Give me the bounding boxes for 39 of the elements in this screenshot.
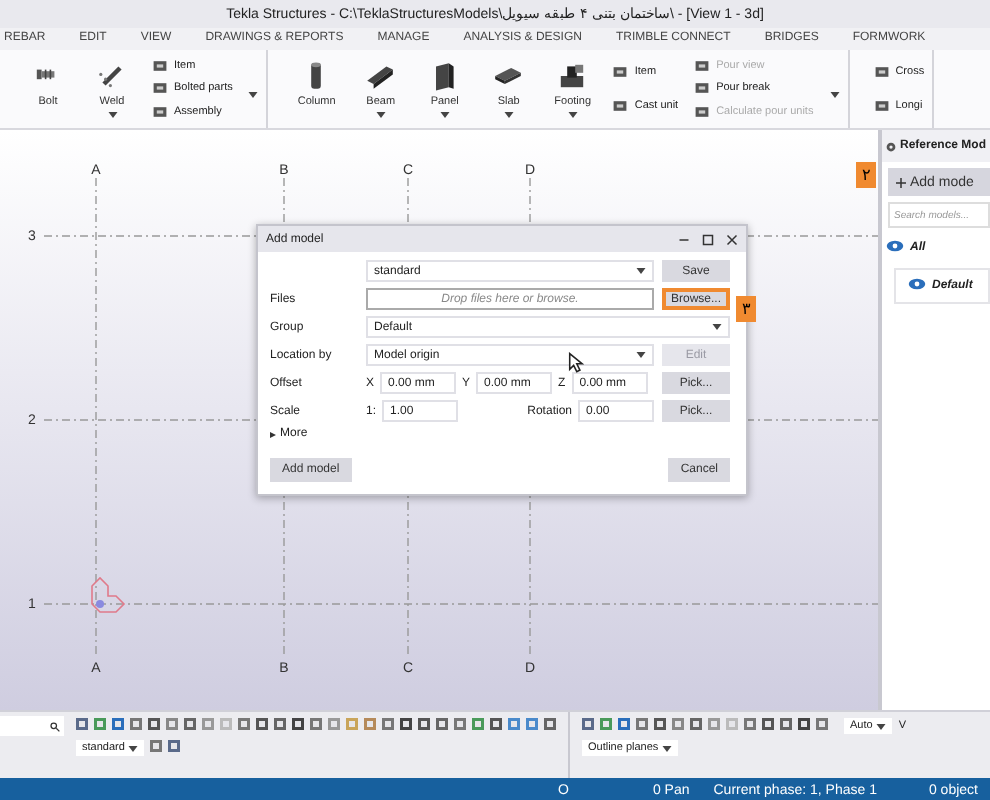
part-icon [612, 98, 629, 115]
caret-icon [248, 91, 259, 97]
search-field[interactable] [0, 716, 64, 736]
part-icon [873, 98, 890, 115]
part-icon [152, 80, 168, 97]
caret-icon [662, 745, 673, 751]
caret-icon [636, 352, 646, 358]
caret-icon [107, 112, 117, 118]
caret-icon [128, 745, 139, 751]
callout-badge: ۲ [856, 162, 876, 188]
maximize-icon[interactable] [702, 233, 714, 245]
axis-triad-icon [91, 576, 126, 613]
expander-icon [270, 431, 276, 437]
minimize-icon[interactable] [678, 233, 690, 245]
caret-icon [439, 112, 450, 118]
footing-icon [556, 60, 589, 92]
caret-icon [829, 91, 840, 97]
search-icon [50, 721, 60, 731]
caret-icon [567, 112, 578, 118]
caret-icon [503, 112, 514, 118]
caret-icon [876, 723, 887, 729]
caret-icon [712, 324, 722, 330]
part-icon [873, 63, 890, 80]
part-icon [152, 57, 168, 74]
disabled-part-icon [694, 104, 711, 121]
eye-icon[interactable] [907, 278, 926, 290]
cursor-icon [568, 352, 584, 374]
plus-icon [895, 177, 906, 187]
eye-icon[interactable] [885, 240, 904, 252]
part-icon [152, 104, 168, 121]
close-icon[interactable] [726, 233, 738, 245]
part-icon [694, 80, 711, 97]
caret-icon [636, 268, 646, 274]
caret-icon [375, 112, 386, 118]
torch-icon [96, 60, 128, 92]
beam-icon [364, 60, 397, 92]
disabled-part-icon [694, 57, 711, 74]
part-icon [612, 63, 629, 80]
callout-badge: ۳ [736, 296, 756, 322]
